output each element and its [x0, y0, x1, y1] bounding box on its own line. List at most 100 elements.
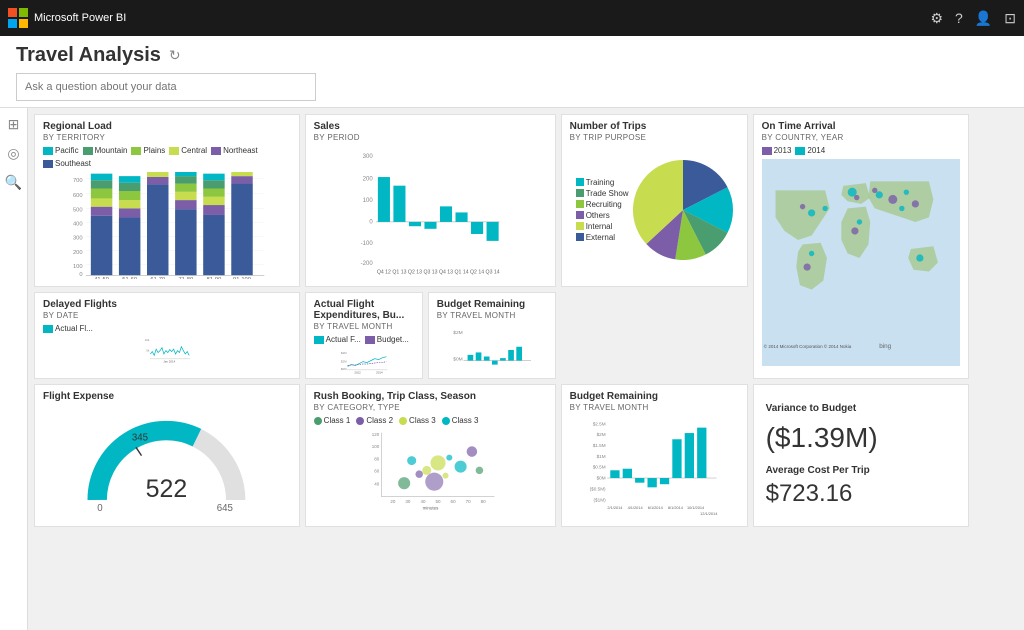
app-title: Microsoft Power BI [34, 12, 126, 24]
budget-rem-small-chart: $2M $0M [437, 324, 547, 369]
svg-text:Jan 2014: Jan 2014 [163, 360, 175, 364]
svg-text:200: 200 [73, 250, 83, 256]
svg-text:6/1/2014: 6/1/2014 [647, 505, 663, 510]
budget-rem-large-chart: $2.5M $2M $1.5M $1M $0.5M $0M ($0.5M) ($… [570, 416, 739, 517]
svg-text:10k: 10k [145, 338, 150, 342]
svg-text:© 2014 Microsoft Corporation: © 2014 Microsoft Corporation © 2014 Noki… [763, 343, 851, 349]
variance-title: Variance to Budget [766, 403, 956, 414]
svg-text:Q3 14: Q3 14 [485, 270, 499, 276]
user-icon[interactable]: 👤 [975, 10, 992, 27]
budget-rem-small-title: Budget Remaining [437, 299, 547, 310]
budget-rem-small-subtitle: BY TRAVEL MONTH [437, 311, 547, 320]
trips-title: Number of Trips [570, 121, 739, 132]
svg-text:-100: -100 [360, 241, 373, 247]
microsoft-logo-icon [8, 8, 28, 28]
svg-text:8/1/2014: 8/1/2014 [668, 505, 684, 510]
actual-exp-subtitle: BY TRAVEL MONTH [314, 322, 414, 331]
sidebar-home-icon[interactable]: ⊞ [8, 116, 20, 133]
gauge-chart: 522 0 645 345 [55, 403, 278, 514]
refresh-icon[interactable]: ↻ [169, 47, 181, 64]
svg-text:$1.5M: $1.5M [592, 443, 605, 448]
ontime-card: On Time Arrival BY COUNTRY, YEAR 2013 20… [753, 114, 969, 379]
sidebar-search-icon[interactable]: 🔍 [5, 174, 22, 191]
svg-text:50: 50 [435, 499, 441, 504]
header-row: Travel Analysis ↻ [16, 44, 1008, 67]
ontime-title: On Time Arrival [762, 121, 960, 132]
legend-plains: Plains [131, 146, 165, 155]
svg-text:40: 40 [420, 499, 426, 504]
svg-text:bing: bing [879, 343, 891, 350]
legend-plains-color [131, 147, 141, 155]
svg-text:$1M: $1M [596, 454, 605, 459]
svg-text:91-100: 91-100 [233, 277, 251, 279]
legend-southeast: Southeast [43, 159, 91, 168]
topbar: Microsoft Power BI ⚙ ? 👤 ⊡ [0, 0, 1024, 36]
svg-text:522: 522 [146, 475, 188, 503]
flight-exp-title: Flight Expense [43, 391, 291, 402]
variance-card: Variance to Budget ($1.39M) Average Cost… [753, 384, 969, 527]
legend-mountain: Mountain [83, 146, 128, 155]
svg-text:500: 500 [73, 208, 83, 214]
legend-pacific: Pacific [43, 146, 79, 155]
sidebar-circle-icon[interactable]: ◎ [7, 145, 19, 162]
dashboard-grid: Regional Load BY TERRITORY Pacific Mount… [28, 108, 1024, 630]
budget-rem-large-card: Budget Remaining BY TRAVEL MONTH $2.5M $… [561, 384, 748, 527]
svg-text:700: 700 [73, 178, 83, 184]
svg-text:70: 70 [465, 499, 471, 504]
rush-legend: Class 1 Class 2 Class 3 Class 3 [314, 416, 547, 425]
svg-text:400: 400 [73, 222, 83, 228]
actual-exp-card: Actual Flight Expenditures, Bu... BY TRA… [305, 292, 423, 379]
svg-text:0: 0 [98, 503, 104, 514]
legend-central: Central [169, 146, 207, 155]
svg-text:71-80: 71-80 [178, 277, 193, 279]
budget-rem-large-title: Budget Remaining [570, 391, 739, 402]
search-input[interactable] [16, 73, 316, 101]
svg-text:$0.5M: $0.5M [592, 465, 605, 470]
svg-text:300: 300 [362, 154, 373, 160]
regional-load-legend: Pacific Mountain Plains Central Northeas… [43, 146, 291, 168]
rush-subtitle: BY CATEGORY, TYPE [314, 403, 547, 412]
svg-text:645: 645 [217, 503, 233, 514]
settings-icon[interactable]: ⚙ [930, 10, 943, 27]
svg-text:51-60: 51-60 [122, 277, 137, 279]
svg-text:$2.5M: $2.5M [592, 421, 605, 426]
actual-exp-chart: $4M $2M $0M 2012 2014 [314, 348, 414, 375]
actual-exp-legend: Actual F... Budget... [314, 335, 414, 344]
svg-text:$0M: $0M [596, 476, 605, 481]
trips-subtitle: BY TRIP PURPOSE [570, 133, 739, 142]
avg-cost-label: Average Cost Per Trip [766, 465, 956, 476]
windows-icon[interactable]: ⊡ [1004, 10, 1016, 27]
regional-load-card: Regional Load BY TERRITORY Pacific Mount… [34, 114, 300, 287]
svg-text:100: 100 [371, 444, 379, 449]
sales-subtitle: BY PERIOD [314, 133, 547, 142]
svg-text:$4M: $4M [341, 351, 347, 355]
svg-text:41-50: 41-50 [94, 277, 109, 279]
svg-text:$0M: $0M [453, 357, 462, 363]
rush-title: Rush Booking, Trip Class, Season [314, 391, 547, 402]
flight-exp-card: Flight Expense 522 0 645 345 [34, 384, 300, 527]
svg-text:Q4 13: Q4 13 [439, 270, 453, 276]
legend-mountain-color [83, 147, 93, 155]
svg-text:$2M: $2M [596, 432, 605, 437]
svg-text:30: 30 [405, 499, 411, 504]
svg-text:10/1/2014: 10/1/2014 [687, 505, 705, 510]
svg-text:600: 600 [73, 193, 83, 199]
header: Travel Analysis ↻ [0, 36, 1024, 108]
svg-text:0: 0 [369, 220, 373, 226]
sales-chart: 300 200 100 0 -100 -200 Q4 12 Q1 13 Q2 1… [314, 146, 547, 275]
svg-text:80: 80 [374, 457, 380, 462]
svg-text:$0M: $0M [341, 367, 347, 371]
regional-load-title: Regional Load [43, 121, 291, 132]
svg-text:-200: -200 [360, 261, 373, 267]
svg-text:4/1/2014: 4/1/2014 [627, 505, 643, 510]
svg-text:81-90: 81-90 [207, 277, 222, 279]
svg-text:5k: 5k [146, 349, 150, 353]
budget-rem-small-card: Budget Remaining BY TRAVEL MONTH $2M $0M [428, 292, 556, 379]
trips-pie-chart [633, 160, 733, 260]
delayed-card: Delayed Flights BY DATE Actual Fl... 10k… [34, 292, 300, 379]
help-icon[interactable]: ? [955, 10, 963, 26]
svg-text:$2M: $2M [341, 360, 347, 364]
svg-text:60: 60 [374, 469, 380, 474]
svg-text:60: 60 [450, 499, 456, 504]
svg-text:Q1 13: Q1 13 [392, 270, 406, 276]
